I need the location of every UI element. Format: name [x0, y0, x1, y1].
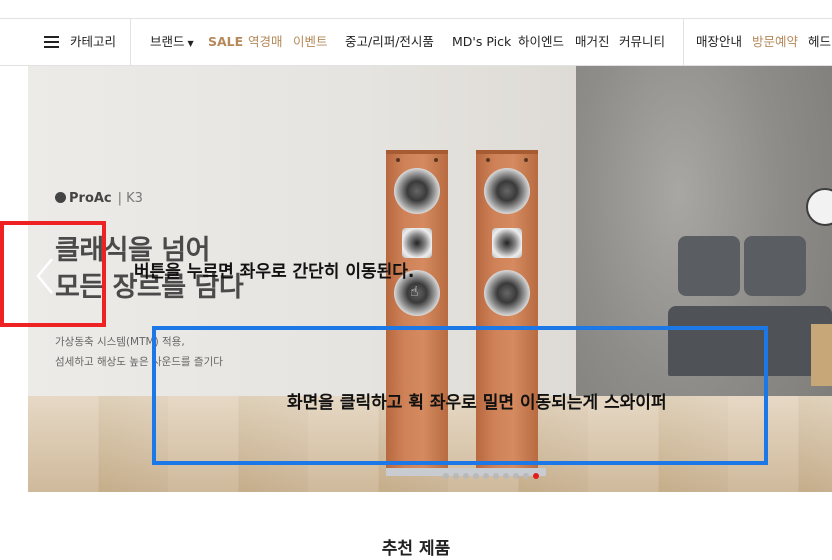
brand-logo-text: ProAc [69, 191, 112, 206]
nav-divider [683, 19, 684, 65]
nav-category[interactable]: 카테고리 [70, 19, 116, 65]
nav-brand-label: 브랜드 [150, 34, 185, 49]
woofer-image [484, 168, 530, 214]
nav-reverse-auction[interactable]: 역경매 [248, 19, 283, 65]
tweeter-image [402, 228, 432, 258]
hand-cursor-icon: ☝ [410, 284, 419, 300]
model-name: | K3 [117, 191, 143, 206]
nav-used[interactable]: 중고/리퍼/전시품 [345, 19, 434, 65]
pagination-dot[interactable] [463, 473, 469, 479]
nav-community[interactable]: 커뮤니티 [619, 19, 665, 65]
pagination-dot[interactable] [443, 473, 449, 479]
caret-down-icon: ▼ [187, 39, 194, 48]
hamburger-icon[interactable] [44, 36, 59, 48]
nav-store-info[interactable]: 매장안내 [696, 19, 742, 65]
screw [396, 158, 400, 162]
model-label: K3 [126, 191, 143, 206]
annotation-button-note: 버튼을 누르면 좌우로 간단히 이동된다. [134, 262, 415, 282]
pagination-dot[interactable] [493, 473, 499, 479]
pagination-dot[interactable] [473, 473, 479, 479]
sofa-cushion-image [678, 236, 740, 296]
nav-headphones[interactable]: 헤드 [808, 19, 831, 65]
annotation-red-box [0, 221, 106, 327]
nav-magazine[interactable]: 매거진 [575, 19, 610, 65]
woofer-image [394, 168, 440, 214]
screw [434, 158, 438, 162]
sofa-cushion-image [744, 236, 806, 296]
nav-visit-reservation[interactable]: 방문예약 [752, 19, 798, 65]
pagination-dot[interactable] [523, 473, 529, 479]
speaker-top [386, 150, 448, 154]
pagination-dot[interactable] [533, 473, 539, 479]
proac-logo-icon [55, 192, 66, 203]
tweeter-image [492, 228, 522, 258]
swiper-pagination [443, 473, 543, 479]
nav-event[interactable]: 이벤트 [293, 19, 328, 65]
main-navigation: 카테고리 브랜드 ▼ SALE 역경매 이벤트 중고/리퍼/전시품 MD's Pi… [0, 19, 832, 66]
speaker-top [476, 150, 538, 154]
nav-hi-end[interactable]: 하이엔드 [518, 19, 564, 65]
pagination-dot[interactable] [453, 473, 459, 479]
screw [486, 158, 490, 162]
side-table-image [811, 324, 832, 386]
pagination-dot[interactable] [503, 473, 509, 479]
brand-logo: ProAc | K3 [55, 191, 143, 206]
recommended-section-title: 추천 제품 [381, 539, 451, 559]
nav-divider [130, 19, 131, 65]
nav-mds-pick[interactable]: MD's Pick [452, 19, 511, 65]
woofer-image [484, 270, 530, 316]
nav-brand[interactable]: 브랜드 ▼ [150, 19, 194, 65]
pagination-dot[interactable] [483, 473, 489, 479]
pagination-dot[interactable] [513, 473, 519, 479]
nav-sale[interactable]: SALE [208, 19, 243, 65]
screw [524, 158, 528, 162]
annotation-swipe-note: 화면을 클릭하고 휙 좌우로 밀면 이동되는게 스와이퍼 [287, 393, 667, 413]
